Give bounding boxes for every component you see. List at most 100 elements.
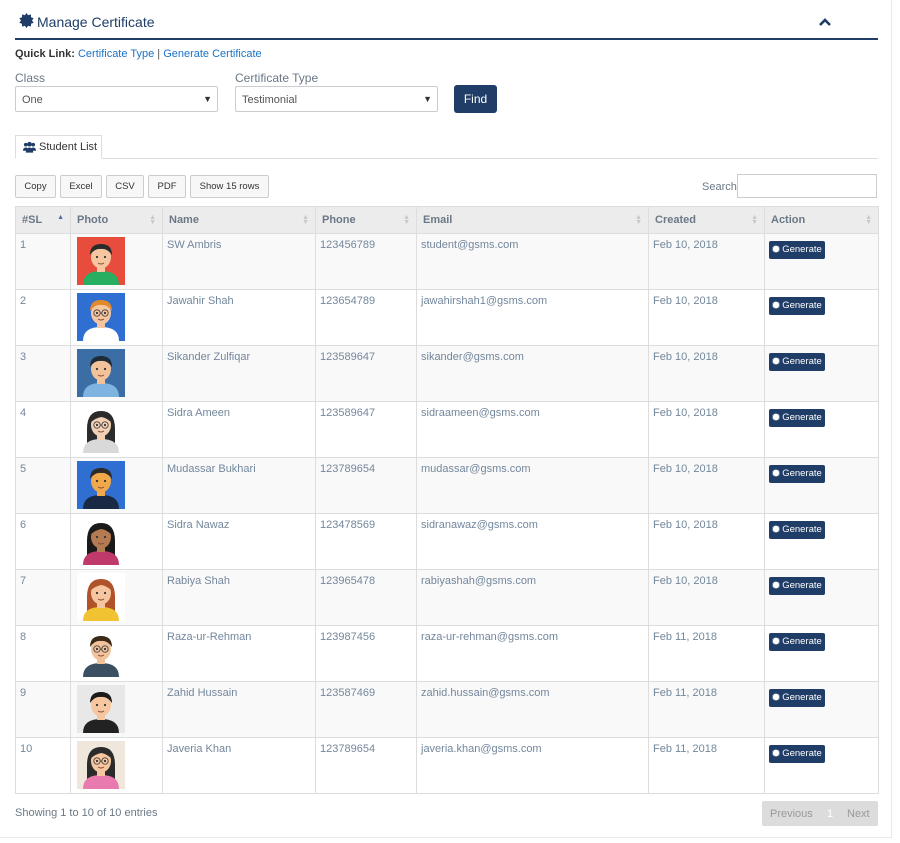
generate-button[interactable]: Generate bbox=[769, 689, 825, 707]
phone-cell: 123456789 bbox=[315, 233, 417, 290]
table-header-row: #SL ▲ Photo ▲ ▼ Name ▲ ▼ Phone ▲ ▼ Email ▲ ▼ Crea… bbox=[15, 206, 879, 234]
student-photo bbox=[77, 517, 125, 565]
phone-cell: 123589647 bbox=[315, 401, 417, 458]
next-button[interactable]: Next bbox=[847, 808, 870, 820]
photo-cell bbox=[70, 681, 163, 738]
phone-cell: 123987456 bbox=[315, 625, 417, 682]
created-cell: Feb 10, 2018 bbox=[648, 513, 765, 570]
table-row: 5 Mudassar Bukhari 123789654 mudassar@gsms.… bbox=[15, 457, 879, 514]
generate-button-label: Generate bbox=[782, 468, 822, 479]
sl-cell: 10 bbox=[15, 737, 71, 794]
name-cell: Sidra Ameen bbox=[162, 401, 316, 458]
student-photo bbox=[77, 293, 125, 341]
generate-button[interactable]: Generate bbox=[769, 521, 825, 539]
table-row: 4 Sidra Ameen 123589647 sidraameen@gsms.com… bbox=[15, 401, 879, 458]
action-cell: Generate bbox=[764, 737, 879, 794]
search-input[interactable] bbox=[737, 174, 877, 198]
generate-button-label: Generate bbox=[782, 580, 822, 591]
sort-icon: ▲ ▼ bbox=[302, 214, 309, 226]
name-cell: Javeria Khan bbox=[162, 737, 316, 794]
csv-button[interactable]: CSV bbox=[106, 175, 144, 198]
table-row: 9 Zahid Hussain 123587469 zahid.hussain@gsm… bbox=[15, 681, 879, 738]
generate-button[interactable]: Generate bbox=[769, 633, 825, 651]
page-number-button[interactable]: 1 bbox=[827, 808, 833, 820]
sort-icon: ▲ ▼ bbox=[751, 214, 758, 226]
email-cell: zahid.hussain@gsms.com bbox=[416, 681, 649, 738]
phone-cell: 123789654 bbox=[315, 457, 417, 514]
certificate-type-select[interactable]: Testimonial ▼ bbox=[235, 86, 438, 112]
phone-cell: 123654789 bbox=[315, 289, 417, 346]
link-separator: | bbox=[157, 48, 161, 60]
column-header-sl[interactable]: #SL ▲ bbox=[15, 206, 71, 234]
email-cell: rabiyashah@gsms.com bbox=[416, 569, 649, 626]
pdf-button[interactable]: PDF bbox=[148, 175, 186, 198]
chevron-up-icon[interactable] bbox=[818, 15, 832, 29]
class-select[interactable]: One ▼ bbox=[15, 86, 218, 112]
tab-student-list[interactable]: Student List bbox=[15, 135, 102, 159]
generate-button[interactable]: Generate bbox=[769, 465, 825, 483]
generate-button-label: Generate bbox=[782, 300, 822, 311]
sort-icon: ▲ ▼ bbox=[403, 214, 410, 226]
student-photo bbox=[77, 573, 125, 621]
table-info: Showing 1 to 10 of 10 entries bbox=[15, 807, 158, 819]
tab-label: Student List bbox=[39, 141, 98, 153]
email-cell: jawahirshah1@gsms.com bbox=[416, 289, 649, 346]
email-cell: student@gsms.com bbox=[416, 233, 649, 290]
sl-cell: 1 bbox=[15, 233, 71, 290]
excel-button[interactable]: Excel bbox=[60, 175, 102, 198]
show-rows-button[interactable]: Show 15 rows bbox=[190, 175, 269, 198]
action-cell: Generate bbox=[764, 233, 879, 290]
generate-button-label: Generate bbox=[782, 356, 822, 367]
certificate-type-link[interactable]: Certificate Type bbox=[78, 48, 154, 60]
created-cell: Feb 10, 2018 bbox=[648, 289, 765, 346]
column-header-name[interactable]: Name ▲ ▼ bbox=[162, 206, 316, 234]
dropdown-caret-icon: ▼ bbox=[203, 94, 212, 104]
certificate-icon bbox=[772, 637, 781, 645]
find-button[interactable]: Find bbox=[454, 85, 497, 113]
generate-button[interactable]: Generate bbox=[769, 745, 825, 763]
copy-button[interactable]: Copy bbox=[15, 175, 56, 198]
generate-button[interactable]: Generate bbox=[769, 577, 825, 595]
student-photo bbox=[77, 461, 125, 509]
generate-certificate-link[interactable]: Generate Certificate bbox=[163, 48, 261, 60]
generate-button-label: Generate bbox=[782, 636, 822, 647]
column-header-created[interactable]: Created ▲ ▼ bbox=[648, 206, 765, 234]
phone-cell: 123478569 bbox=[315, 513, 417, 570]
action-cell: Generate bbox=[764, 681, 879, 738]
certificate-icon bbox=[772, 413, 781, 421]
generate-button-label: Generate bbox=[782, 412, 822, 423]
action-cell: Generate bbox=[764, 289, 879, 346]
photo-cell bbox=[70, 345, 163, 402]
panel-border bbox=[0, 837, 892, 838]
panel-border bbox=[891, 0, 892, 838]
certificate-icon bbox=[772, 357, 781, 365]
generate-button[interactable]: Generate bbox=[769, 241, 825, 259]
table-row: 8 Raza-ur-Rehman 123987456 raza-ur-rehman@g… bbox=[15, 625, 879, 682]
class-select-value: One bbox=[22, 94, 43, 106]
table-row: 6 Sidra Nawaz 123478569 sidranawaz@gsms.com… bbox=[15, 513, 879, 570]
class-label: Class bbox=[15, 71, 46, 85]
column-header-photo[interactable]: Photo ▲ ▼ bbox=[70, 206, 163, 234]
quick-links: Quick Link: Certificate Type | Generate … bbox=[15, 48, 262, 60]
generate-button[interactable]: Generate bbox=[769, 297, 825, 315]
previous-button[interactable]: Previous bbox=[770, 808, 813, 820]
certificate-icon bbox=[772, 749, 781, 757]
column-header-label: Phone bbox=[322, 214, 356, 226]
column-header-email[interactable]: Email ▲ ▼ bbox=[416, 206, 649, 234]
column-header-label: Action bbox=[771, 214, 806, 226]
sl-cell: 5 bbox=[15, 457, 71, 514]
users-icon bbox=[23, 141, 36, 153]
column-header-phone[interactable]: Phone ▲ ▼ bbox=[315, 206, 417, 234]
generate-button[interactable]: Generate bbox=[769, 353, 825, 371]
column-header-action[interactable]: Action ▲ ▼ bbox=[764, 206, 879, 234]
certificate-icon bbox=[19, 13, 34, 28]
search-label: Search: bbox=[702, 181, 740, 193]
name-cell: Sikander Zulfiqar bbox=[162, 345, 316, 402]
phone-cell: 123965478 bbox=[315, 569, 417, 626]
certificate-type-label: Certificate Type bbox=[235, 71, 319, 85]
column-header-label: Email bbox=[423, 214, 453, 226]
table-row: 10 Javeria Khan 123789654 javeria.khan@gsms… bbox=[15, 737, 879, 794]
generate-button[interactable]: Generate bbox=[769, 409, 825, 427]
action-cell: Generate bbox=[764, 457, 879, 514]
sl-cell: 7 bbox=[15, 569, 71, 626]
